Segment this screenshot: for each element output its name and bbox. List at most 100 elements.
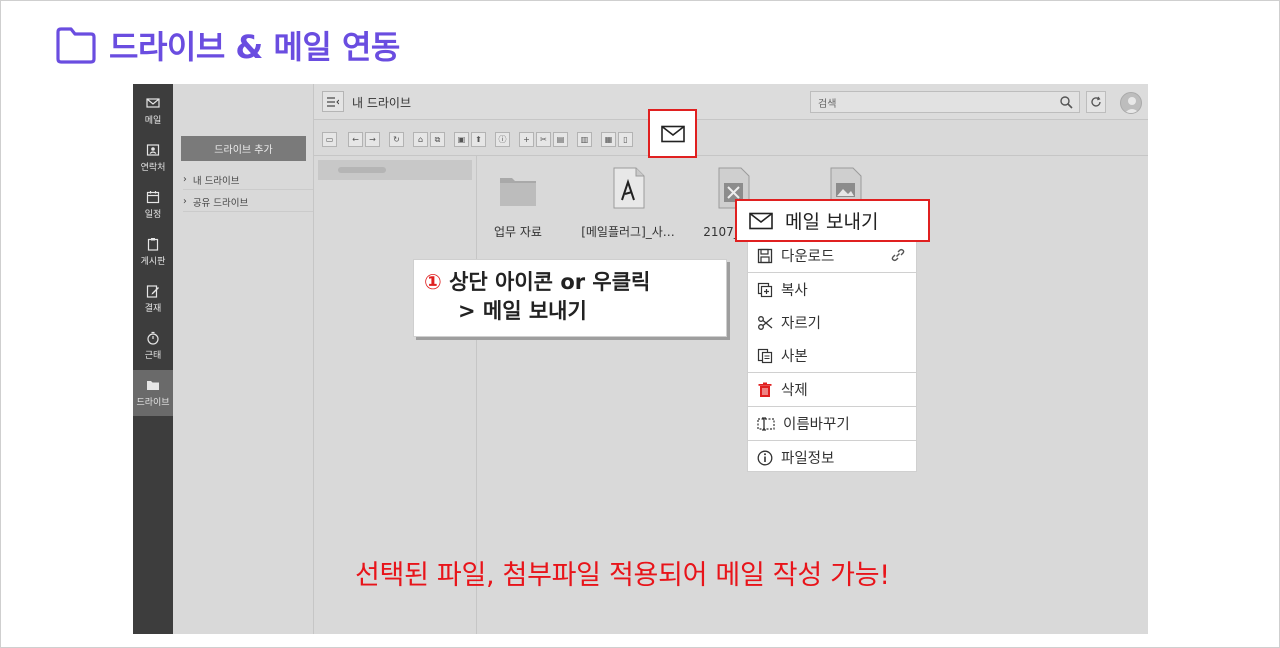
- nav-label: 일정: [144, 210, 162, 220]
- duplicate-icon: ▤: [556, 135, 565, 144]
- menu-item-label: 삭제: [781, 383, 808, 399]
- user-avatar-icon: [1124, 97, 1140, 113]
- folder-open-icon: [147, 381, 159, 390]
- refresh-icon: [1091, 96, 1101, 107]
- send-mail-label: 메일 보내기: [785, 211, 879, 233]
- menu-item-cut[interactable]: 자르기: [748, 306, 916, 339]
- duplicate-button[interactable]: ▤: [553, 132, 568, 147]
- menu-item-label: 파일정보: [781, 451, 835, 467]
- nav-label: 게시판: [140, 257, 166, 267]
- back-button[interactable]: ←: [348, 132, 363, 147]
- nav-item-approval[interactable]: 결재: [133, 276, 173, 322]
- menu-item-send-mail[interactable]: 메일 보내기: [735, 199, 930, 242]
- folder-icon: [56, 27, 96, 64]
- arrow-left-icon: ←: [352, 135, 359, 144]
- search-input[interactable]: 검색: [810, 91, 1080, 113]
- copy-plus-icon: [757, 282, 773, 297]
- edit-icon: [146, 285, 159, 298]
- avatar[interactable]: [1120, 92, 1142, 114]
- nav-label: 메일: [144, 116, 162, 126]
- upload-icon: ⬆: [475, 135, 482, 144]
- menu-item-label: 이름바꾸기: [783, 417, 850, 433]
- search-placeholder: 검색: [818, 98, 837, 110]
- trash-icon: [758, 382, 772, 397]
- add-drive-button[interactable]: 드라이브 추가: [181, 136, 306, 161]
- duplicate-icon: [757, 348, 773, 363]
- instruction-callout: ① 상단 아이콘 or 우클릭 > 메일 보내기: [413, 259, 727, 337]
- menu-item-label: 자르기: [781, 316, 822, 332]
- chevron-right-icon: ›: [183, 174, 187, 185]
- menu-item-copy[interactable]: 복사: [748, 273, 916, 306]
- move-button[interactable]: ▣: [454, 132, 469, 147]
- callout-text-1: 상단 아이콘 or 우클릭: [449, 270, 651, 294]
- nav-item-board[interactable]: 게시판: [133, 229, 173, 275]
- chevron-right-icon: ›: [183, 196, 187, 207]
- nav-item-calendar[interactable]: 일정: [133, 182, 173, 228]
- left-nav: 메일 연락처 일정 게시판 결재 근태 드라이브: [133, 84, 173, 634]
- info-icon: ⓘ: [498, 135, 507, 144]
- nav-item-mail[interactable]: 메일: [133, 88, 173, 134]
- menu-item-label: 사본: [781, 349, 808, 365]
- download-button[interactable]: ▦: [601, 132, 616, 147]
- mail-icon: [660, 125, 685, 142]
- nav-item-drive[interactable]: 드라이브: [133, 370, 173, 416]
- rename-icon: [757, 416, 775, 431]
- new-folder-button[interactable]: ▭: [322, 132, 337, 147]
- context-menu: 다운로드 복사 자르기 사본 삭제 이름바꾸기 파일정보: [747, 226, 917, 472]
- menu-item-file-info[interactable]: 파일정보: [748, 441, 916, 474]
- link-icon[interactable]: [890, 247, 906, 263]
- share-folder-button[interactable]: ⧉: [430, 132, 445, 147]
- scissors-icon: [758, 315, 773, 330]
- mail-icon: [146, 98, 160, 108]
- drive-topbar: 내 드라이브 검색: [314, 84, 1148, 120]
- rename-button[interactable]: ▯: [618, 132, 633, 147]
- drive-sidebar: 드라이브 추가 › 내 드라이브 › 공유 드라이브: [173, 84, 314, 634]
- sidebar-item-label: 내 드라이브: [192, 175, 240, 187]
- blurred-folder-name: [338, 167, 386, 173]
- upload-button[interactable]: ⬆: [471, 132, 486, 147]
- cut-button[interactable]: ✂: [536, 132, 551, 147]
- selected-folder-row[interactable]: [318, 160, 472, 180]
- forward-button[interactable]: →: [365, 132, 380, 147]
- calendar-icon: [146, 191, 160, 204]
- nav-label: 드라이브: [136, 398, 170, 408]
- share-icon: ⧉: [434, 134, 441, 144]
- refresh-button[interactable]: [1086, 91, 1106, 113]
- timer-icon: [147, 331, 159, 345]
- sidebar-item-shared-drive[interactable]: › 공유 드라이브: [183, 192, 313, 212]
- copy-icon: +: [523, 135, 530, 144]
- nav-item-attendance[interactable]: 근태: [133, 323, 173, 369]
- menu-item-duplicate[interactable]: 사본: [748, 339, 916, 372]
- send-mail-toolbar-button[interactable]: [648, 109, 697, 158]
- arrow-right-icon: →: [369, 135, 376, 144]
- move-icon: ▣: [457, 135, 466, 144]
- home-icon: ⌂: [417, 135, 424, 144]
- menu-collapse-icon: [327, 96, 339, 107]
- delete-button[interactable]: ▥: [577, 132, 592, 147]
- slide-title: 드라이브 & 메일 연동: [109, 28, 400, 66]
- drive-toolbar: ▭ ← → ↻ ⌂ ⧉ ▣ ⬆ ⓘ + ✂ ▤ ▥ ▦ ▯: [314, 109, 1148, 158]
- menu-item-label: 복사: [781, 283, 808, 299]
- footnote: 선택된 파일, 첨부파일 적용되어 메일 작성 가능!: [355, 560, 890, 591]
- menu-toggle-button[interactable]: [322, 91, 344, 112]
- home-button[interactable]: ⌂: [413, 132, 428, 147]
- slide-header: 드라이브 & 메일 연동: [55, 23, 400, 67]
- nav-item-contacts[interactable]: 연락처: [133, 135, 173, 181]
- menu-item-download[interactable]: 다운로드: [748, 239, 916, 272]
- nav-label: 연락처: [140, 163, 166, 173]
- file-item-folder[interactable]: 업무 자료: [463, 166, 573, 240]
- step-number: ①: [424, 270, 442, 294]
- search-icon[interactable]: [1059, 95, 1073, 109]
- file-item-pdf[interactable]: [메일플러그]_사…: [573, 166, 683, 240]
- folder-icon: [500, 178, 536, 206]
- info-icon: [757, 450, 773, 465]
- info-button[interactable]: ⓘ: [495, 132, 510, 147]
- refresh-button[interactable]: ↻: [389, 132, 404, 147]
- copy-button[interactable]: +: [519, 132, 534, 147]
- rename-icon: ▯: [623, 135, 628, 144]
- menu-item-rename[interactable]: 이름바꾸기: [748, 407, 916, 440]
- sidebar-item-my-drive[interactable]: › 내 드라이브: [183, 170, 313, 190]
- nav-label: 근태: [144, 351, 162, 361]
- menu-item-delete[interactable]: 삭제: [748, 373, 916, 406]
- scissors-icon: ✂: [540, 135, 547, 144]
